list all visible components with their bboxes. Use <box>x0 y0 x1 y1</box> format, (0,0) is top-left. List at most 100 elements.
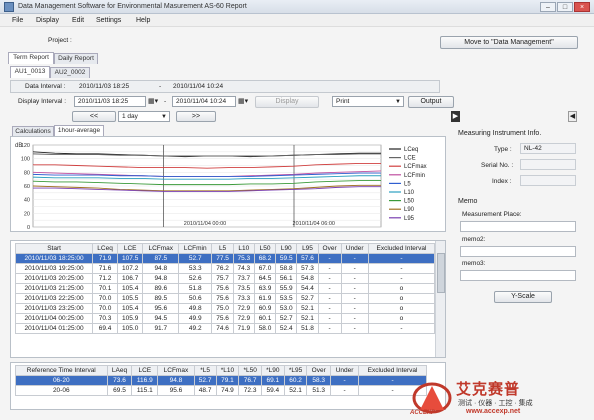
maximize-icon[interactable]: □ <box>557 2 573 12</box>
hourly-table-cell: 95.6 <box>142 303 180 314</box>
hourly-table-column-header[interactable]: LCFmin <box>178 243 213 254</box>
tab-daily-report[interactable]: Daily Report <box>54 53 98 64</box>
prev-button[interactable]: << <box>72 111 116 122</box>
hourly-table-column-header[interactable]: L10 <box>232 243 255 254</box>
reference-table-column-header[interactable]: *L95 <box>283 365 308 376</box>
hourly-table-cell: - <box>317 303 342 314</box>
display-button[interactable]: Display <box>255 96 319 108</box>
hourly-table-row[interactable]: 2010/11/04 01:25:00 69.4 105.0 91.7 49.2 74.6… <box>14 323 436 334</box>
hourly-table-cell: 107.5 <box>116 253 144 264</box>
reference-table-row[interactable]: 06-20 73.6 116.9 94.8 52.7 79.1 76.7 69.1 60.2 58… <box>15 375 427 386</box>
menu-settings[interactable]: Settings <box>96 17 121 24</box>
next-button[interactable]: >> <box>176 111 216 122</box>
hourly-table-cell: 75.6 <box>211 313 234 324</box>
reference-table-column-header[interactable]: *L50 <box>238 365 262 376</box>
hourly-table-cell: 71.2 <box>92 273 118 284</box>
legend-label: LCFmin <box>404 173 425 179</box>
hourly-table-column-header[interactable]: L5 <box>211 243 234 254</box>
reference-table-cell: 52.7 <box>193 375 217 386</box>
hourly-table-cell: 70.0 <box>92 293 118 304</box>
title-bar: Data Management Software for Environment… <box>0 0 594 14</box>
reference-table-row[interactable]: 20-06 69.5 115.1 95.6 48.7 74.9 72.3 59.4 52.1 51… <box>15 385 427 396</box>
hourly-table-cell: - <box>340 323 369 334</box>
hourly-table-column-header[interactable]: L50 <box>253 243 277 254</box>
menu-bar: File Display Edit Settings Help <box>0 14 594 27</box>
hourly-table-row[interactable]: 2010/11/03 21:25:00 70.1 105.4 89.6 51.8 75.6… <box>14 283 436 294</box>
step-select[interactable]: 1 day ▼ <box>118 111 170 122</box>
reference-table-column-header[interactable]: LCFmax <box>157 365 195 376</box>
legend-label: L90 <box>404 207 415 213</box>
reference-table-cell: 69.1 <box>260 375 285 386</box>
type-field: NL-42 <box>520 143 576 154</box>
tab-au1-0013[interactable]: AU1_0013 <box>10 66 50 78</box>
output-button[interactable]: Output <box>408 96 454 108</box>
hourly-table-cell: 52.6 <box>178 273 213 284</box>
reference-table-column-header[interactable]: *L90 <box>260 365 285 376</box>
reference-table-column-header[interactable]: Excluded Interval <box>358 365 427 376</box>
table-scrollbar[interactable] <box>435 241 445 357</box>
reference-table-column-header[interactable]: *L5 <box>193 365 217 376</box>
hourly-table-row[interactable]: 2010/11/03 22:25:00 70.0 105.5 89.5 50.6 75.6… <box>14 293 436 304</box>
close-icon[interactable]: × <box>574 2 590 12</box>
hourly-table-column-header[interactable]: Excluded Interval <box>367 243 436 254</box>
reference-table-cell: 69.5 <box>106 385 133 396</box>
hourly-table-cell: 54.8 <box>296 273 319 284</box>
minimize-icon[interactable]: – <box>540 2 556 12</box>
hourly-table-column-header[interactable]: Over <box>317 243 342 254</box>
hourly-table-row[interactable]: 2010/11/04 00:25:00 70.3 105.9 94.5 49.9 75.6… <box>14 313 436 324</box>
memo2-field[interactable] <box>460 246 576 257</box>
menu-file[interactable]: File <box>12 17 23 24</box>
expand-right-icon[interactable]: ▶ <box>451 111 460 122</box>
print-select[interactable]: Print ▼ <box>332 96 404 107</box>
memo3-field[interactable] <box>460 270 576 281</box>
hourly-table-cell: 54.4 <box>296 283 319 294</box>
menu-display[interactable]: Display <box>36 17 59 24</box>
reference-table-column-header[interactable]: Under <box>330 365 360 376</box>
hourly-table-row[interactable]: 2010/11/03 20:25:00 71.2 106.7 94.8 52.6 75.7… <box>14 273 436 284</box>
calendar-icon[interactable]: ▦▾ <box>148 97 158 105</box>
display-start-input[interactable]: 2010/11/03 18:25 <box>74 96 146 107</box>
hourly-table-column-header[interactable]: LCFmax <box>142 243 180 254</box>
hourly-table-column-header[interactable]: Start <box>14 243 94 254</box>
reference-table-cell: 95.6 <box>157 385 195 396</box>
hourly-table-row[interactable]: 2010/11/03 19:25:00 71.6 107.2 94.8 53.3 76.2… <box>14 263 436 274</box>
hourly-table-column-header[interactable]: Under <box>340 243 369 254</box>
reference-table-cell: 51.3 <box>306 385 332 396</box>
y-scale-button[interactable]: Y-Scale <box>494 291 552 303</box>
reference-table-column-header[interactable]: Reference Time Interval <box>15 365 108 376</box>
hourly-table-panel: Start LCeq LCE LCFmax LCFmin L5 L10 L50 L90 L95 Ov… <box>10 240 446 358</box>
y-axis-label: dB <box>15 143 22 149</box>
reference-table-column-header[interactable]: *L10 <box>215 365 240 376</box>
hourly-table-cell: 71.9 <box>232 323 255 334</box>
scrollbar-thumb[interactable] <box>437 253 445 293</box>
reference-table: Reference Time Interval LAeq LCE LCFmax *L5 *… <box>15 365 427 396</box>
tab-term-report[interactable]: Term Report <box>8 52 54 64</box>
hourly-table-cell: 58.0 <box>253 323 277 334</box>
measurement-place-field[interactable] <box>460 221 576 232</box>
hourly-table-cell: 52.4 <box>275 323 298 334</box>
hourly-table-column-header[interactable]: L95 <box>296 243 319 254</box>
hourly-table-cell: 74.6 <box>211 323 234 334</box>
collapse-left-icon[interactable]: ◀ <box>568 111 577 122</box>
menu-help[interactable]: Help <box>136 17 150 24</box>
hourly-table-cell: o <box>367 313 436 324</box>
hourly-table-cell: 68.2 <box>253 253 277 264</box>
move-to-data-management-button[interactable]: Move to "Data Management" <box>440 36 578 49</box>
hourly-table-row[interactable]: 2010/11/03 23:25:00 70.0 105.4 95.6 49.8 75.0… <box>14 303 436 314</box>
hourly-table-cell: - <box>340 283 369 294</box>
reference-table-cell: 73.6 <box>106 375 133 386</box>
hourly-table-cell: 52.7 <box>296 293 319 304</box>
hourly-table-column-header[interactable]: LCE <box>116 243 144 254</box>
tab-au2-0002[interactable]: AU2_0002 <box>50 67 90 78</box>
calendar-icon[interactable]: ▦▾ <box>238 97 248 105</box>
menu-edit[interactable]: Edit <box>72 17 84 24</box>
reference-table-column-header[interactable]: LCE <box>131 365 159 376</box>
reference-table-column-header[interactable]: Over <box>306 365 332 376</box>
legend-label: L5 <box>404 181 411 187</box>
hourly-table-column-header[interactable]: LCeq <box>92 243 118 254</box>
hourly-table-column-header[interactable]: L90 <box>275 243 298 254</box>
hourly-table-cell: 67.0 <box>253 263 277 274</box>
display-end-input[interactable]: 2010/11/04 10:24 <box>172 96 236 107</box>
hourly-table-row[interactable]: 2010/11/03 18:25:00 71.9 107.5 87.5 52.7 77.5… <box>14 253 436 264</box>
reference-table-column-header[interactable]: LAeq <box>106 365 133 376</box>
